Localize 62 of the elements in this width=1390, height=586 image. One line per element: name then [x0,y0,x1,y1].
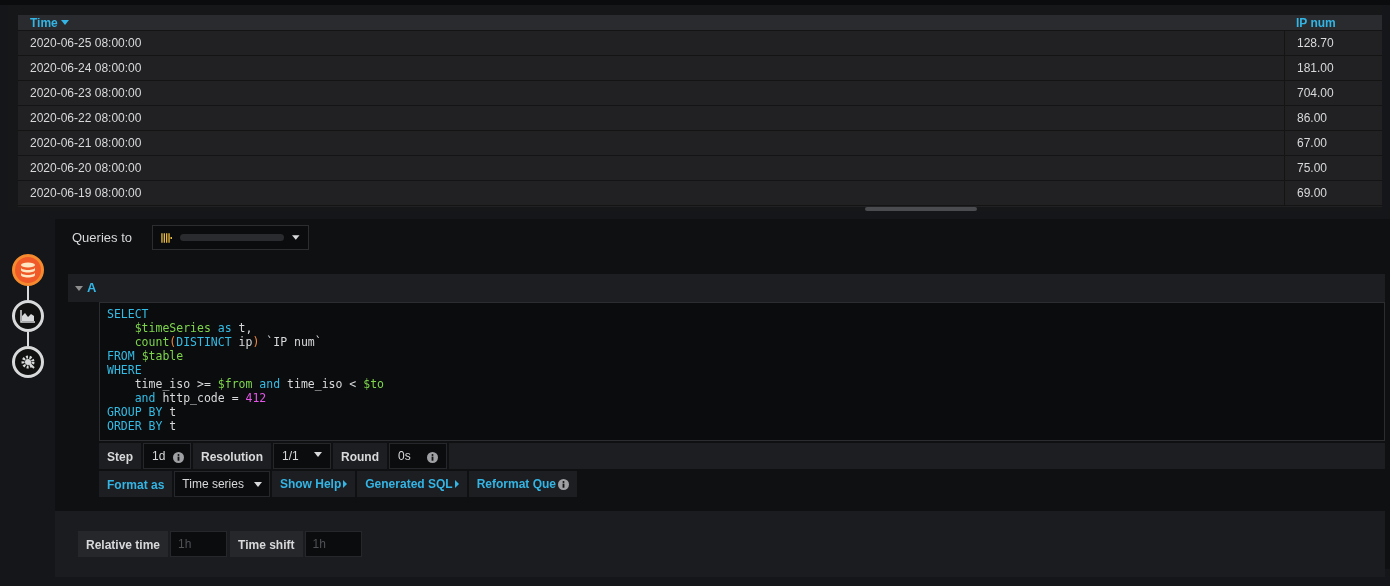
caret-icon [75,285,83,291]
code-line: WHERE [107,363,142,377]
table-cell: 181.00 [1297,61,1334,75]
caret-icon [60,20,69,25]
time-option-field[interactable]: 1h [304,531,362,557]
query-option-link[interactable]: Reformat Que [468,471,577,497]
code-line: and http_code = 412 [134,391,267,405]
database-icon [19,262,36,278]
gear-icon [19,354,36,370]
option-field[interactable]: 1d [143,443,191,469]
editor-step-button[interactable] [11,300,44,332]
caret-icon [292,235,300,240]
editor-step-button[interactable] [11,254,44,286]
table-cell: 704.00 [1297,86,1334,100]
datasource-icon [161,231,173,244]
table-cell: 2020-06-23 08:00:00 [30,86,142,100]
code-line: count(DISTINCT ip) `IP num` [134,335,322,349]
editor-step-button[interactable] [11,346,44,378]
code-editor[interactable]: SELECT $timeSeries as t, count(DISTINCT ip) `IP num` FROM $table WHERE time_iso >= $from and time_iso < $to and http_code = 412 GROUP BY t ORDER BY t [99,302,1385,441]
table-cell: 2020-06-24 08:00:00 [30,61,142,75]
table-cell: 2020-06-21 08:00:00 [30,136,142,150]
caret-icon [253,482,262,487]
info-icon[interactable] [558,478,569,490]
info-icon[interactable] [427,452,438,463]
column-header[interactable]: IP num [1284,15,1382,30]
code-line: time_iso >= $from and time_iso < $to [134,377,384,391]
option-label: Round [333,443,387,469]
area-chart-icon [19,309,36,323]
code-line: FROM $table [107,349,184,363]
code-line: SELECT [107,307,149,321]
option-label: Resolution [193,443,271,469]
table-cell: 2020-06-20 08:00:00 [30,161,142,175]
queries-to-label: Queries to [71,228,132,247]
option-field[interactable]: 1/1 [273,443,331,469]
code-line: ORDER BY t [107,419,177,433]
code-line: $timeSeries as t, [134,321,253,335]
format-as-label: Format as [99,471,173,497]
datasource-picker[interactable] [152,225,309,250]
query-row-header[interactable]: A [68,274,1385,302]
query-option-link[interactable]: Generated SQL [357,471,467,497]
resize-handle[interactable] [865,207,977,211]
table-cell: 2020-06-25 08:00:00 [30,36,142,50]
info-icon[interactable] [173,452,185,463]
time-option-label: Time shift [230,531,303,557]
caret-icon [314,452,322,457]
table-cell: 69.00 [1297,186,1328,200]
column-header[interactable]: Time [18,15,1284,30]
query-option-link[interactable]: Show Help [271,471,356,497]
caret-icon [454,480,459,488]
table-cell: 128.70 [1297,36,1334,50]
table-cell: 67.00 [1297,136,1328,150]
code-line: GROUP BY t [107,405,177,419]
table-cell: 75.00 [1297,161,1328,175]
time-option-label: Relative time [78,531,169,557]
option-field[interactable]: 0s [389,443,447,469]
table-cell: 86.00 [1297,111,1328,125]
time-option-field[interactable]: 1h [170,531,228,557]
caret-icon [343,480,348,488]
option-label: Step [99,443,141,469]
format-select[interactable]: Time series [174,471,270,497]
table-cell: 2020-06-19 08:00:00 [30,186,142,200]
table-cell: 2020-06-22 08:00:00 [30,111,142,125]
